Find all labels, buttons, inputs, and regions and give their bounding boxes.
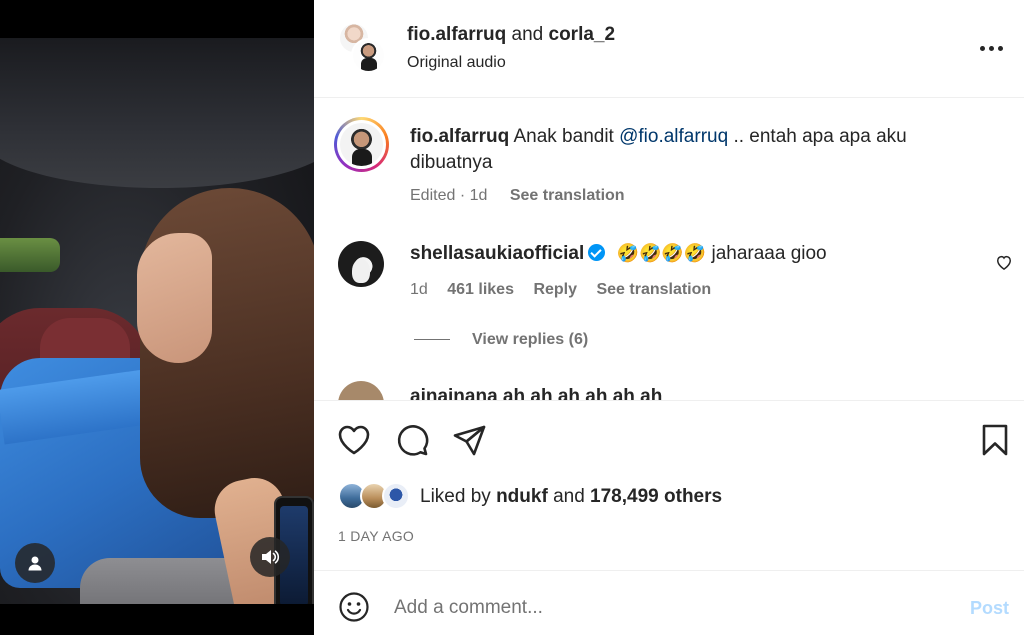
comment-body: shellasaukiaofficial 🤣🤣🤣🤣 jaharaaa gioo bbox=[410, 243, 827, 265]
username-link-b[interactable]: corla_2 bbox=[549, 24, 616, 45]
comment-input[interactable] bbox=[394, 591, 934, 625]
verified-badge-icon bbox=[588, 244, 606, 261]
comment-text: jaharaaa gioo bbox=[711, 243, 827, 264]
post-details-panel: fio.alfarruq and corla_2 Original audio … bbox=[314, 0, 1024, 635]
comment-like-heart-icon[interactable] bbox=[994, 252, 1014, 272]
comment-icon[interactable] bbox=[394, 422, 430, 458]
heart-icon[interactable] bbox=[336, 422, 372, 458]
next-comment-text: ainainana ah ah ah ah ah ah bbox=[410, 386, 663, 401]
collab-conjunction: and bbox=[511, 24, 544, 45]
more-horizontal-icon bbox=[979, 45, 985, 51]
caption-see-translation-button[interactable]: See translation bbox=[510, 187, 625, 204]
caption-mention[interactable]: @fio.alfarruq bbox=[619, 126, 728, 147]
collab-avatars[interactable] bbox=[338, 22, 386, 74]
caption-username[interactable]: fio.alfarruq bbox=[410, 126, 509, 147]
caption-separator: · bbox=[459, 187, 466, 204]
caption-avatar-story-ring[interactable] bbox=[334, 117, 389, 172]
caption-text-start: Anak bandit bbox=[513, 126, 614, 147]
post-header: fio.alfarruq and corla_2 Original audio bbox=[314, 0, 1024, 98]
video-player[interactable] bbox=[0, 38, 314, 604]
comment-avatar[interactable] bbox=[338, 241, 384, 287]
share-icon[interactable] bbox=[452, 422, 488, 458]
caption-time[interactable]: 1d bbox=[470, 187, 488, 204]
audio-toggle-button[interactable] bbox=[250, 537, 290, 577]
comment-emojis: 🤣🤣🤣🤣 bbox=[616, 243, 707, 264]
speaker-icon bbox=[262, 550, 280, 564]
liked-by-user-link[interactable]: ndukf bbox=[496, 486, 548, 507]
bookmark-icon[interactable] bbox=[977, 422, 1013, 458]
video-scene-window bbox=[0, 238, 60, 272]
next-comment-avatar[interactable] bbox=[338, 381, 384, 400]
view-replies-label: View replies (6) bbox=[472, 331, 589, 348]
post-comment-button[interactable]: Post bbox=[970, 598, 1009, 619]
comment-likes-count[interactable]: 461 likes bbox=[447, 281, 514, 298]
emoji-icon[interactable] bbox=[338, 591, 370, 623]
liked-by-text: Liked by ndukf and 178,499 others bbox=[420, 486, 722, 508]
liker-avatars[interactable] bbox=[338, 482, 412, 512]
post-media[interactable] bbox=[0, 0, 314, 635]
tagged-users-button[interactable] bbox=[15, 543, 55, 583]
caption-meta: Edited · 1d See translation bbox=[410, 187, 625, 205]
comments-section[interactable]: fio.alfarruq Anak bandit @fio.alfarruq .… bbox=[314, 99, 1024, 401]
post-caption: fio.alfarruq Anak bandit @fio.alfarruq .… bbox=[410, 124, 990, 176]
video-scene-face bbox=[137, 233, 212, 363]
liked-by-prefix: Liked by bbox=[420, 486, 491, 507]
post-timestamp[interactable]: 1 DAY AGO bbox=[338, 528, 414, 544]
post-actions-bar bbox=[314, 402, 1024, 482]
replies-divider-line bbox=[414, 339, 450, 341]
more-horizontal-icon-dot bbox=[997, 45, 1003, 51]
comment-see-translation-button[interactable]: See translation bbox=[596, 281, 711, 298]
view-replies-button[interactable]: View replies (6) bbox=[414, 331, 588, 349]
comment-meta: 1d 461 likes Reply See translation bbox=[410, 281, 726, 299]
audio-link[interactable]: Original audio bbox=[407, 54, 506, 72]
add-comment-bar: Post bbox=[314, 570, 1024, 635]
comment-time[interactable]: 1d bbox=[410, 281, 428, 298]
likes-count-link[interactable]: 178,499 others bbox=[590, 486, 722, 507]
more-options-button[interactable] bbox=[974, 36, 1008, 60]
comment-reply-button[interactable]: Reply bbox=[533, 281, 577, 298]
caption-avatar bbox=[337, 120, 386, 169]
username-link-a[interactable]: fio.alfarruq bbox=[407, 24, 506, 45]
liked-by-conjunction: and bbox=[553, 486, 585, 507]
caption-edited-label: Edited bbox=[410, 187, 456, 204]
collab-names: fio.alfarruq and corla_2 bbox=[407, 24, 615, 46]
video-scene-roof bbox=[0, 38, 314, 188]
user-icon bbox=[28, 556, 42, 571]
likes-summary: Liked by ndukf and 178,499 others bbox=[338, 482, 1018, 512]
liker-avatar[interactable] bbox=[382, 482, 410, 510]
more-horizontal-icon-dot bbox=[988, 45, 994, 51]
avatar-fio[interactable] bbox=[351, 38, 386, 73]
comment-username[interactable]: shellasaukiaofficial bbox=[410, 243, 584, 264]
